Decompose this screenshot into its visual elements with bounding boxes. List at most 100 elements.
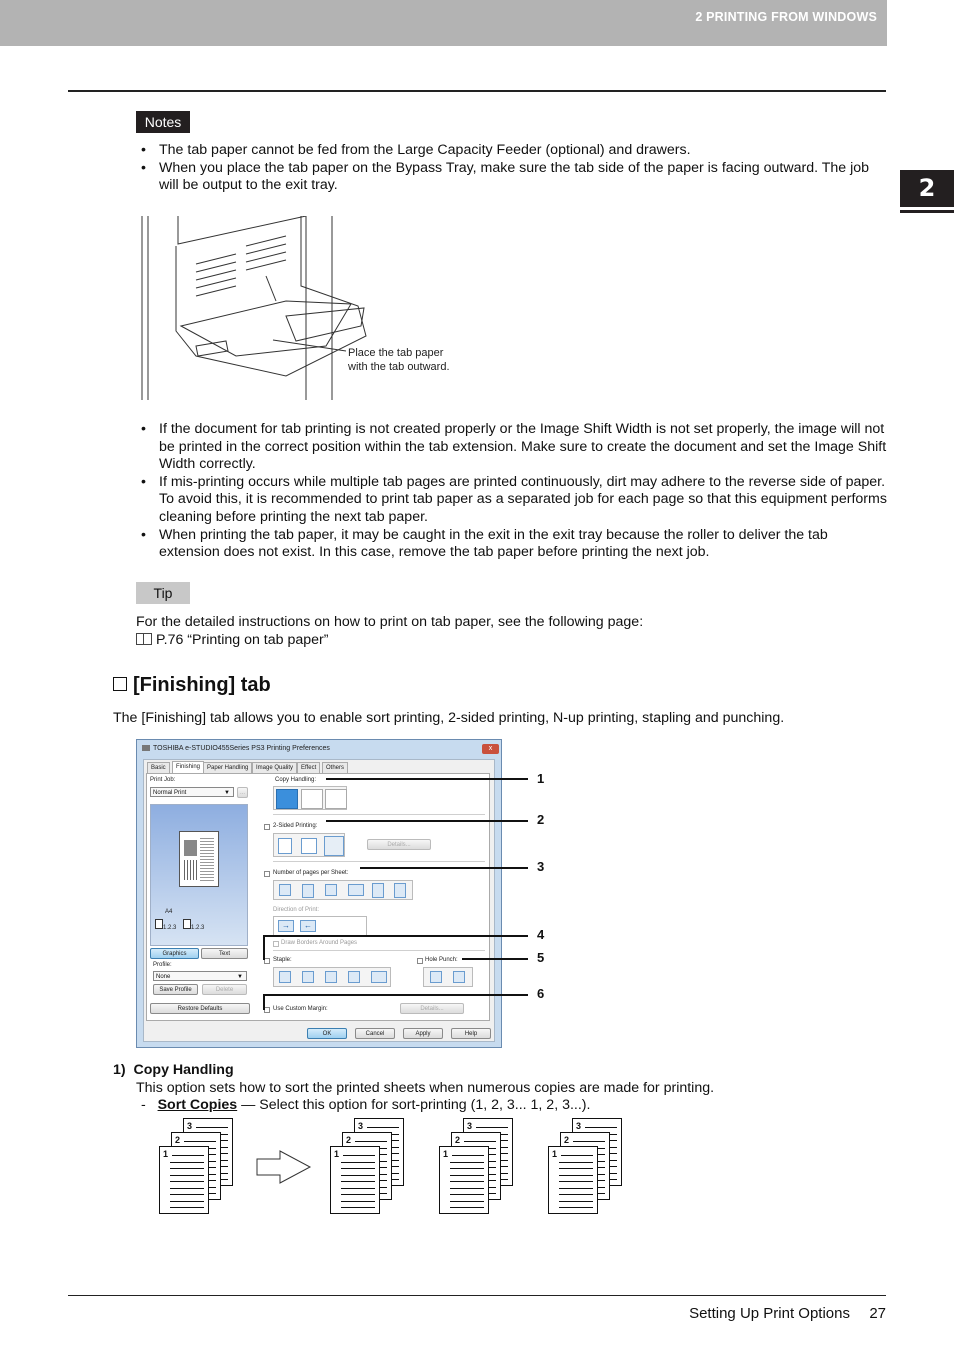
sheet: 1 (330, 1146, 380, 1214)
sheet-number: 3 (358, 1121, 364, 1131)
tip-link-text[interactable]: P.76 “Printing on tab paper” (156, 632, 328, 648)
sheet: 1 (159, 1146, 209, 1214)
tip-link[interactable]: P.76 “Printing on tab paper” (136, 631, 328, 649)
sheet-number: 3 (576, 1121, 582, 1131)
chapter-header-bar: 2 PRINTING FROM WINDOWS (0, 0, 887, 46)
text-line (170, 1161, 204, 1163)
note-item: If the document for tab printing is not … (137, 421, 887, 474)
staple-double-left-option[interactable] (348, 971, 360, 983)
nup-8-option[interactable] (348, 884, 364, 896)
two-sided-group (273, 833, 345, 857)
help-button[interactable]: Help (451, 1028, 491, 1039)
text-line (170, 1168, 204, 1169)
nup-16-option[interactable] (394, 883, 406, 898)
sheet: 1 (548, 1146, 598, 1214)
text-line (184, 1141, 216, 1142)
text-line (450, 1187, 484, 1189)
close-button[interactable]: x (482, 744, 499, 754)
booklet-option[interactable] (324, 836, 344, 856)
text-line (450, 1168, 484, 1169)
text-line (559, 1194, 593, 1195)
text-line (559, 1168, 593, 1169)
callout-line-4-vertical (263, 935, 265, 960)
callout-line-2 (326, 820, 528, 822)
staple-top-left-option[interactable] (279, 971, 291, 983)
preview-paper-size: A4 (165, 909, 173, 915)
restore-defaults-button[interactable]: Restore Defaults (150, 1003, 250, 1014)
sort-copies-option[interactable] (276, 789, 298, 809)
staple-center-option[interactable] (371, 971, 387, 983)
nup-4-option[interactable] (302, 884, 314, 898)
tablet-binding-option[interactable] (301, 838, 317, 854)
draw-borders-checkbox[interactable] (273, 941, 279, 947)
chapter-tab: 2 (900, 170, 954, 207)
text-line (170, 1187, 204, 1189)
sheet-number: 2 (455, 1135, 461, 1145)
text-line (341, 1194, 375, 1195)
apply-button[interactable]: Apply (403, 1028, 443, 1039)
punch-left-option[interactable] (453, 971, 465, 983)
preview-order-2: 1.2.3 (183, 919, 204, 931)
delete-profile-button[interactable]: Delete (202, 984, 247, 995)
sheet-number: 3 (187, 1121, 193, 1131)
callout-4: 4 (537, 927, 545, 942)
staple-double-top-option[interactable] (325, 971, 337, 983)
nup-9-option[interactable] (372, 883, 384, 898)
text-line (585, 1127, 617, 1128)
ok-button[interactable]: OK (307, 1028, 347, 1039)
top-divider (68, 90, 886, 92)
callout-1: 1 (537, 771, 545, 786)
printing-preferences-dialog: TOSHIBA e-STUDIO455Series PS3 Printing P… (136, 739, 502, 1048)
copy-handling-label: Copy Handling: (275, 777, 317, 783)
text-line (450, 1194, 484, 1195)
notes-label: Notes (136, 111, 190, 133)
punch-top-option[interactable] (430, 971, 442, 983)
sheet-number: 2 (175, 1135, 181, 1145)
graphics-button[interactable]: Graphics (150, 948, 199, 959)
text-line (170, 1181, 204, 1182)
two-sided-details-button[interactable]: Details... (367, 839, 431, 850)
notes-list-bottom: If the document for tab printing is not … (137, 421, 887, 562)
staple-label: Staple: (273, 957, 292, 963)
group-copies-option[interactable] (301, 789, 323, 809)
preview-page-icon (179, 831, 219, 887)
illustration-caption-line2: with the tab outward. (348, 361, 450, 373)
cancel-button[interactable]: Cancel (355, 1028, 395, 1039)
hole-punch-checkbox[interactable] (417, 958, 423, 964)
print-job-more-button[interactable]: ... (237, 787, 248, 798)
text-line (450, 1207, 484, 1208)
arrow-right-icon[interactable]: → (278, 920, 294, 932)
dialog-titlebar: TOSHIBA e-STUDIO455Series PS3 Printing P… (137, 740, 501, 758)
print-job-select[interactable]: Normal Print ▼ (150, 787, 234, 797)
save-profile-button[interactable]: Save Profile (153, 984, 198, 995)
note-item: If mis-printing occurs while multiple ta… (137, 474, 887, 527)
custom-margin-details-button[interactable]: Details... (400, 1003, 464, 1014)
text-line (341, 1187, 375, 1189)
nup-checkbox[interactable] (264, 871, 270, 877)
book-binding-option[interactable] (278, 838, 292, 854)
text-button[interactable]: Text (201, 948, 248, 959)
rotate-sort-option[interactable] (325, 789, 347, 809)
text-line (450, 1181, 484, 1182)
sheet-stack: 321 (548, 1118, 624, 1218)
text-line (464, 1141, 496, 1142)
nup-2-option[interactable] (279, 884, 291, 896)
nup-label: Number of pages per Sheet: (273, 870, 349, 876)
profile-value: None (156, 974, 171, 980)
printer-icon (142, 745, 150, 751)
stack-icon (183, 919, 191, 929)
direction-label: Direction of Print: (273, 907, 320, 913)
text-line (170, 1207, 204, 1208)
two-sided-checkbox[interactable] (264, 824, 270, 830)
illustration-caption-line1: Place the tab paper (348, 347, 444, 359)
staple-group (273, 967, 391, 987)
dialog-title: TOSHIBA e-STUDIO455Series PS3 Printing P… (153, 745, 330, 752)
nup-6-option[interactable] (325, 884, 337, 896)
print-job-label: Print Job: (150, 777, 176, 783)
callout-line-1 (326, 778, 528, 780)
profile-select[interactable]: None ▼ (153, 971, 247, 981)
sort-copies-name: Sort Copies (157, 1097, 238, 1113)
staple-top-right-option[interactable] (302, 971, 314, 983)
arrow-left-icon[interactable]: ← (300, 920, 316, 932)
draw-borders-label: Draw Borders Around Pages (281, 940, 358, 946)
